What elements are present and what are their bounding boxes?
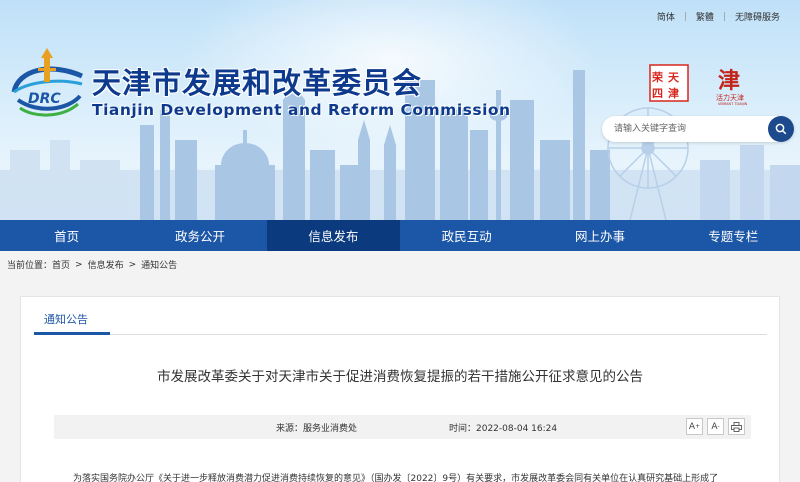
font-smaller-button[interactable]: A- bbox=[707, 418, 724, 435]
plus-icon: + bbox=[695, 423, 701, 430]
accessibility-link[interactable]: 无障碍服务 bbox=[735, 10, 780, 23]
breadcrumb-information-release[interactable]: 信息发布 bbox=[88, 258, 124, 271]
traditional-chinese-link[interactable]: 繁體 bbox=[696, 10, 714, 23]
simplified-chinese-link[interactable]: 简体 bbox=[657, 10, 675, 23]
article-time: 时间：2022-08-04 16:24 bbox=[449, 424, 558, 434]
minus-icon: - bbox=[717, 423, 720, 430]
section-tab-bar: 通知公告 bbox=[34, 297, 767, 335]
logo-text: DRC bbox=[28, 91, 61, 107]
article-meta-bar: 来源：服务业消费处 时间：2022-08-04 16:24 A + A- bbox=[54, 415, 751, 439]
print-button[interactable] bbox=[728, 418, 745, 435]
search-input[interactable] bbox=[614, 120, 762, 138]
tianjin-emblem-stamp[interactable]: 荣 天 四 津 bbox=[649, 64, 689, 102]
svg-text:VIBRANT TIANJIN: VIBRANT TIANJIN bbox=[718, 102, 748, 106]
tianjin-brand-stamp[interactable]: 津 活力天津 VIBRANT TIANJIN bbox=[714, 64, 748, 106]
svg-text:津: 津 bbox=[668, 86, 679, 100]
divider: | bbox=[722, 11, 726, 22]
main-nav: 首页 政务公开 信息发布 政民互动 网上办事 专题专栏 bbox=[0, 220, 800, 251]
tab-underline bbox=[34, 332, 110, 335]
breadcrumb-notices[interactable]: 通知公告 bbox=[141, 258, 177, 271]
nav-item-public-interaction[interactable]: 政民互动 bbox=[400, 220, 533, 251]
breadcrumb: 当前位置： 首页 > 信息发布 > 通知公告 bbox=[7, 258, 177, 272]
header-banner: 简体 | 繁體 | 无障碍服务 DRC 天津市发展和改革委员会 Tianjin … bbox=[0, 0, 800, 220]
print-icon bbox=[731, 421, 742, 432]
tab-notices[interactable]: 通知公告 bbox=[44, 311, 88, 327]
article-body-first-line: 为落实国务院办公厅《关于进一步释放消费潜力促进消费持续恢复的意见》（国办发〔20… bbox=[73, 474, 719, 482]
svg-text:四: 四 bbox=[652, 87, 663, 100]
nav-item-special-topics[interactable]: 专题专栏 bbox=[667, 220, 800, 251]
nav-item-government-affairs[interactable]: 政务公开 bbox=[133, 220, 266, 251]
svg-text:荣: 荣 bbox=[651, 70, 664, 84]
site-subtitle: Tianjin Development and Reform Commissio… bbox=[92, 101, 511, 119]
nav-item-home[interactable]: 首页 bbox=[0, 220, 133, 251]
article-source: 来源：服务业消费处 bbox=[276, 424, 358, 434]
breadcrumb-prefix: 当前位置： bbox=[7, 261, 53, 271]
search-button[interactable] bbox=[768, 116, 794, 142]
page: 简体 | 繁體 | 无障碍服务 DRC 天津市发展和改革委员会 Tianjin … bbox=[0, 0, 800, 482]
svg-text:活力天津: 活力天津 bbox=[716, 93, 744, 102]
article-title: 市发展改革委关于对天津市关于促进消费恢复提振的若干措施公开征求意见的公告 bbox=[157, 369, 643, 385]
top-links: 简体 | 繁體 | 无障碍服务 bbox=[657, 10, 780, 24]
article-panel: 通知公告 市发展改革委关于对天津市关于促进消费恢复提振的若干措施公开征求意见的公… bbox=[20, 296, 780, 482]
breadcrumb-home[interactable]: 首页 bbox=[52, 258, 70, 271]
divider: | bbox=[683, 11, 687, 22]
svg-text:津: 津 bbox=[718, 68, 740, 94]
site-title[interactable]: 天津市发展和改革委员会 bbox=[92, 60, 422, 102]
article-tools: A + A- bbox=[686, 418, 745, 435]
nav-item-information-release[interactable]: 信息发布 bbox=[266, 220, 400, 251]
breadcrumb-separator: > bbox=[75, 259, 83, 270]
breadcrumb-separator: > bbox=[128, 259, 137, 270]
drc-logo[interactable]: DRC bbox=[8, 48, 88, 120]
svg-text:天: 天 bbox=[668, 71, 680, 84]
search-box bbox=[602, 116, 794, 142]
search-icon bbox=[775, 123, 787, 135]
font-larger-button[interactable]: A + bbox=[686, 418, 703, 435]
nav-item-online-services[interactable]: 网上办事 bbox=[533, 220, 666, 251]
